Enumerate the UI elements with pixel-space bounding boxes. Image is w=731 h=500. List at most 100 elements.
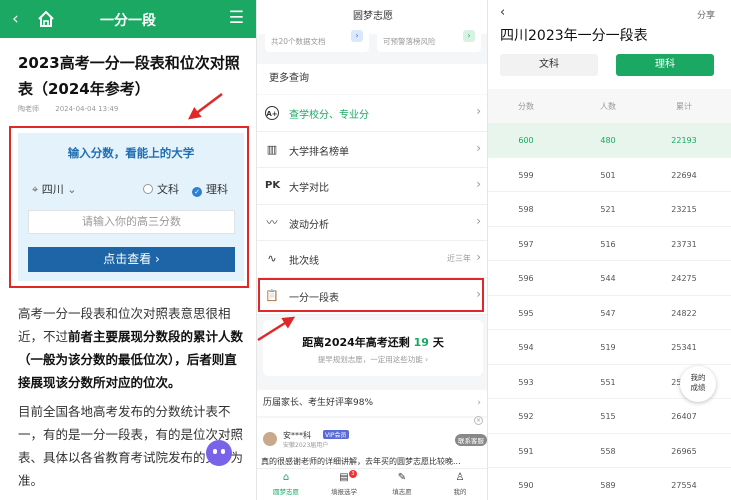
- countdown-prefix: 距离2024年高考还剩: [302, 336, 410, 349]
- score-table-panel: ‹ 分享 四川2023年一分一段表 文科 理科 分数 人数 累计 600 480 2…: [488, 0, 731, 500]
- bar-chart-icon: ▥: [266, 142, 278, 156]
- cell-count: 521: [600, 205, 616, 214]
- query-item-label: 大学对比: [289, 183, 329, 195]
- review-card: × 安***科 VIP会员 安徽2023届用户 联系客服 真的很感谢老师的详细讲…: [257, 416, 487, 470]
- my-grade-label-b: 成绩: [690, 383, 706, 392]
- tab-home[interactable]: ⌂ 圆梦志愿: [257, 472, 315, 496]
- table-row: 596 544 24275: [488, 261, 731, 296]
- article-topbar: ‹ 一分一段 ☰: [0, 0, 256, 38]
- chevron-right-icon: ›: [477, 398, 481, 408]
- paragraph-1: 高考一分一段表和位次对照表意思很相近，不过前者主要展现分数段的累计人数（一般为该…: [18, 302, 246, 394]
- tab-like[interactable]: 理科: [616, 54, 714, 76]
- exam-countdown-card[interactable]: 距离2024年高考还剩 19 天 提早规划志愿，一定用这些功能 ›: [263, 320, 483, 376]
- tab-profile[interactable]: ♙ 我的: [431, 472, 487, 496]
- home-icon: ⌂: [282, 472, 290, 483]
- article-title: 2023高考一分一段表和位次对照表（2024年参考）: [18, 54, 240, 98]
- query-item-fluctuation[interactable]: 〰 波动分析 ›: [257, 205, 487, 242]
- school-score-icon: A+: [265, 106, 279, 120]
- cell-cumulative: 23731: [671, 239, 697, 249]
- table-row: 594 519 25341: [488, 330, 731, 365]
- notification-badge: 3: [349, 470, 357, 478]
- query-item-label: 查学校分、专业分: [289, 110, 369, 121]
- cell-score: 597: [518, 239, 534, 249]
- query-item-batch-line[interactable]: ∿ 批次线 近三年 ›: [257, 241, 487, 278]
- table-row: 600 480 22193: [488, 123, 731, 158]
- table-row: 598 521 23215: [488, 192, 731, 227]
- contact-support-button[interactable]: 联系客服: [455, 434, 487, 446]
- reviews-header[interactable]: 历届家长、考生好评率98% ›: [257, 390, 487, 416]
- tab-label: 填志愿: [392, 488, 412, 496]
- countdown-text: 距离2024年高考还剩 19 天: [263, 334, 483, 350]
- cell-count: 519: [600, 343, 616, 352]
- feature-card-left[interactable]: 共20个数据文档 ›: [265, 22, 369, 52]
- table-row: 590 589 27554: [488, 468, 731, 500]
- article-author: 陶老师: [18, 105, 39, 113]
- wave-icon: 〰: [266, 215, 278, 229]
- feature-card-right-text: 可预警落榜风险: [383, 37, 436, 46]
- topbar-title: 一分一段: [100, 13, 156, 29]
- feature-card-right[interactable]: 可预警落榜风险 ›: [377, 22, 481, 52]
- query-item-compare[interactable]: PK 大学对比 ›: [257, 168, 487, 205]
- cell-score: 590: [518, 481, 534, 490]
- back-icon[interactable]: ‹: [500, 5, 505, 20]
- cell-score: 599: [518, 170, 534, 180]
- close-icon[interactable]: ×: [474, 416, 483, 425]
- chevron-right-icon: ›: [476, 250, 481, 265]
- cell-count: 515: [600, 412, 616, 421]
- table-row: 597 516 23731: [488, 227, 731, 261]
- tab-label: 圆梦志愿: [273, 488, 299, 496]
- highlight-box-lookup: [9, 126, 249, 288]
- pen-icon: ✎: [397, 472, 407, 483]
- chevron-right-icon: ›: [476, 177, 481, 192]
- cell-score: 594: [518, 343, 534, 352]
- article-date: 2024-04-04 13:49: [55, 105, 119, 113]
- column-header-count: 人数: [600, 102, 616, 111]
- cell-cumulative: 26965: [671, 446, 697, 456]
- tab-label: 填报选学: [331, 488, 357, 496]
- cell-score: 591: [518, 446, 534, 456]
- cell-count: 544: [600, 274, 616, 283]
- cell-count: 551: [600, 377, 616, 387]
- cell-cumulative: 22694: [671, 170, 697, 180]
- query-item-school-scores[interactable]: A+ 查学校分、专业分 ›: [257, 95, 487, 132]
- my-grade-label-a: 我的: [690, 373, 706, 382]
- share-button[interactable]: 分享: [697, 8, 715, 21]
- cell-count: 589: [600, 481, 616, 490]
- chevron-right-icon: ›: [476, 213, 481, 228]
- query-item-ranking[interactable]: ▥ 大学排名榜单 ›: [257, 132, 487, 169]
- table-row: 592 515 26407: [488, 399, 731, 434]
- cell-count: 547: [600, 308, 616, 318]
- countdown-subtitle: 提早规划志愿，一定用这些功能 ›: [317, 355, 429, 364]
- query-item-note: 近三年: [447, 254, 471, 264]
- reviews-header-text: 历届家长、考生好评率98%: [263, 398, 374, 408]
- cell-cumulative: 25341: [671, 343, 697, 352]
- tab-fill[interactable]: ✎ 填志愿: [373, 472, 431, 496]
- tab-select[interactable]: ▤ 3 填报选学: [315, 470, 373, 496]
- chevron-right-icon: ›: [476, 140, 481, 155]
- query-item-label: 波动分析: [289, 219, 329, 231]
- article-meta: 陶老师 2024-04-04 13:49: [18, 104, 132, 114]
- menu-icon[interactable]: ☰: [229, 8, 244, 28]
- line-chart-icon: ∿: [267, 252, 277, 266]
- arrow-right-icon: ›: [351, 30, 363, 42]
- feature-cards: 共20个数据文档 › 可预警落榜风险 ›: [265, 22, 483, 56]
- cell-score: 593: [518, 377, 534, 387]
- app-panel: 圆梦志愿 共20个数据文档 › 可预警落榜风险 › 更多查询 A+ 查学校分、专…: [256, 0, 488, 500]
- tab-wenke[interactable]: 文科: [500, 54, 598, 76]
- cell-cumulative: 22193: [671, 136, 697, 145]
- countdown-days: 19: [413, 336, 429, 349]
- cell-cumulative: 23215: [671, 205, 697, 214]
- bottom-tab-bar: ⌂ 圆梦志愿 ▤ 3 填报选学 ✎ 填志愿 ♙ 我的: [257, 468, 487, 500]
- cell-cumulative: 24822: [671, 308, 697, 318]
- cell-cumulative: 24275: [671, 274, 697, 283]
- arrow-right-icon: ›: [463, 30, 475, 42]
- cell-score: 600: [518, 136, 534, 145]
- cell-score: 592: [518, 412, 534, 421]
- tab-label: 我的: [453, 488, 467, 496]
- query-item-label: 大学排名榜单: [289, 146, 349, 158]
- user-icon: ♙: [455, 472, 465, 483]
- cell-count: 558: [600, 446, 616, 456]
- assistant-avatar-icon[interactable]: [206, 440, 232, 466]
- pk-icon: PK: [265, 180, 281, 192]
- my-grade-button[interactable]: 我的 成绩: [680, 366, 716, 402]
